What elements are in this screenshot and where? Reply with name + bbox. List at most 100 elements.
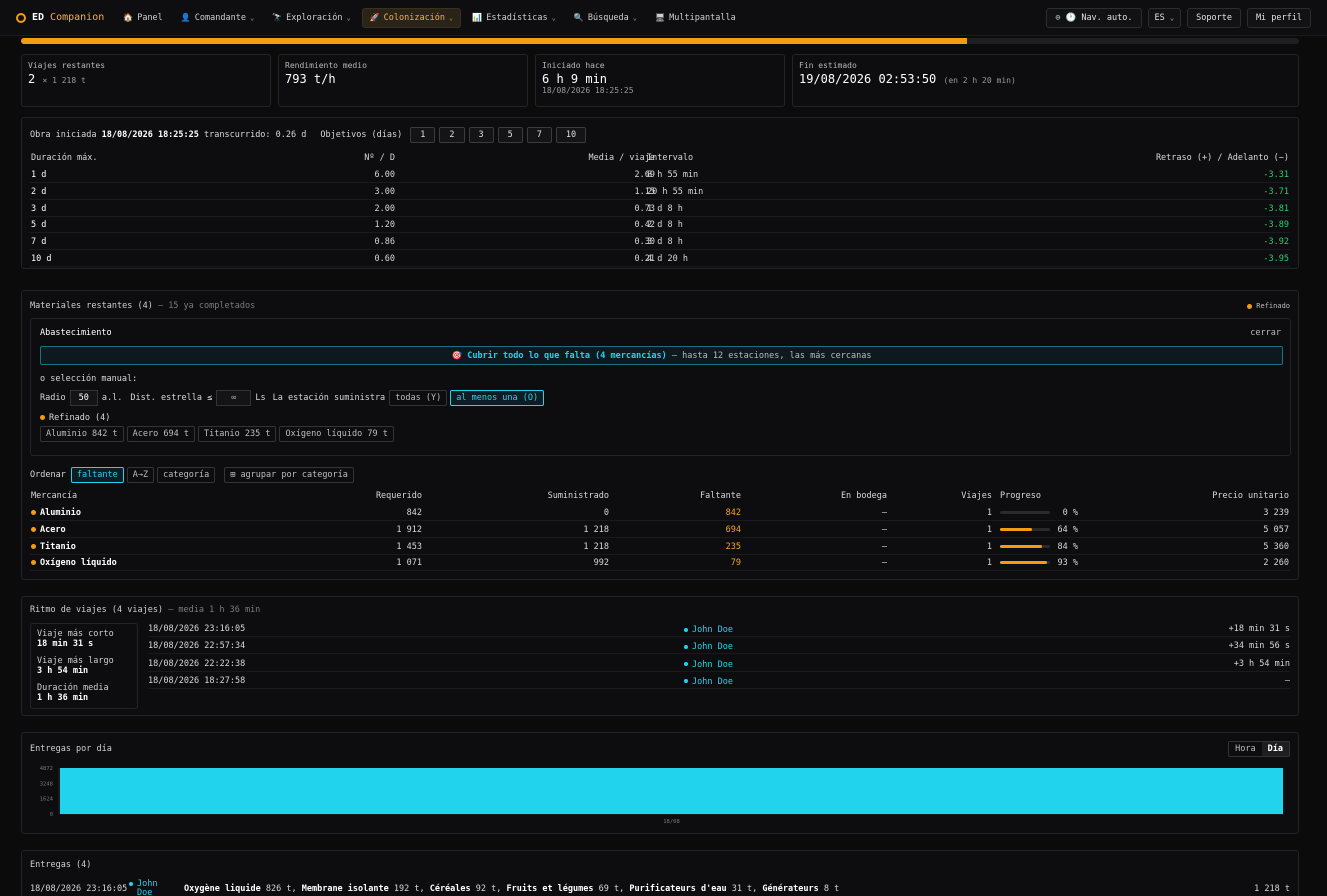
star-distance-label: Dist. estrella ≤ <box>130 393 213 403</box>
objective-button-3[interactable]: 3 <box>468 127 494 143</box>
manual-selection-label: o selección manual: <box>40 374 138 384</box>
materials-col-header: Faltante <box>700 491 741 501</box>
trip-date: 18/08/2026 22:22:38 <box>148 658 246 669</box>
objective-button-1[interactable]: 1 <box>410 127 436 143</box>
cover-all-detail: — hasta 12 estaciones, las más cercanas <box>671 350 872 361</box>
material-cell-req: 1 453 <box>396 541 422 552</box>
trip-user-label: John Doe <box>692 659 733 670</box>
nav-item-colonizacion[interactable]: 🚀 Colonización ⌄ <box>361 7 462 28</box>
objective-button-5[interactable]: 5 <box>497 127 523 143</box>
option-all-button[interactable]: todas (Y) <box>389 390 448 406</box>
user-dot <box>684 627 688 632</box>
delivery-item-qty: 192 t, <box>393 884 425 894</box>
material-chip[interactable]: Titanio 235 t <box>197 426 277 442</box>
estadisticas-icon: 📊 <box>472 13 483 22</box>
nav-item-comandante[interactable]: 👤 Comandante ⌄ <box>174 8 261 28</box>
option-at-least-one-button[interactable]: al menos una (O) <box>450 390 545 406</box>
y-tick-label: 3248 <box>40 781 53 787</box>
material-chip[interactable]: Oxígeno líquido 79 t <box>279 426 394 442</box>
duration-cell: 4 d 20 h <box>647 254 688 264</box>
delivery-user[interactable]: John Doe <box>129 880 157 896</box>
nav-item-label: Multipantalla <box>669 12 736 23</box>
duration-cell: 1 d 8 h <box>647 203 683 214</box>
nav-item-multipantalla[interactable]: 🖥 Multipantalla <box>648 8 743 28</box>
user-dot <box>129 881 133 886</box>
chevron-down-icon: ⌄ <box>551 13 556 22</box>
trip-date: 18/08/2026 23:16:05 <box>148 624 246 634</box>
progress-bar-fill <box>1000 544 1042 548</box>
progress-bar <box>1000 561 1050 565</box>
duration-row-label: 3 d <box>31 203 47 214</box>
duration-cell: 2.00 <box>374 203 395 214</box>
trip-user[interactable]: John Doe <box>684 660 733 670</box>
delivery-item-qty: 31 t, <box>731 884 758 894</box>
brand-logo[interactable]: ED Companion <box>16 12 104 23</box>
stat-value: 2 <box>28 72 36 86</box>
trip-delta: +34 min 56 s <box>1228 641 1290 652</box>
nav-item-busqueda[interactable]: 🔍 Búsqueda ⌄ <box>567 8 644 28</box>
summary-value: 1 h 36 min <box>37 693 89 703</box>
summary-value: 18 min 31 s <box>37 639 94 649</box>
profile-button[interactable]: Mi perfil <box>1246 7 1311 28</box>
supply-panel: Abastecimiento cerrar 🎯 Cubrir todo lo q… <box>30 318 1291 456</box>
delivery-item-name: Céréales <box>429 884 471 894</box>
delivery-date: 18/08/2026 23:16:05 <box>30 884 128 894</box>
nav-item-label: Panel <box>137 12 163 23</box>
duration-cell: 0.60 <box>374 254 395 264</box>
duration-row-label: 1 d <box>31 170 47 180</box>
group-by-category-button[interactable]: ⊞ agrupar por categoría <box>224 467 354 483</box>
objective-button-7[interactable]: 7 <box>526 127 552 143</box>
row-divider <box>30 570 1290 572</box>
material-chip[interactable]: Aluminio 842 t <box>40 426 124 442</box>
duration-row-label: 7 d <box>31 237 47 248</box>
star-distance-input[interactable]: ∞ <box>216 390 252 406</box>
nav-item-exploracion[interactable]: 🔭 Exploración ⌄ <box>265 8 357 28</box>
support-button[interactable]: Soporte <box>1187 7 1241 28</box>
material-cell-req: 1 071 <box>396 558 422 569</box>
trip-user[interactable]: John Doe <box>684 642 733 652</box>
ring-icon <box>16 12 26 23</box>
material-cell-sup: 1 218 <box>583 541 609 552</box>
sort-categoria-button[interactable]: categoría <box>157 467 216 483</box>
brand-name-accent: Companion <box>50 12 105 23</box>
material-cell-hold: – <box>881 541 887 552</box>
duration-row-label: 5 d <box>31 220 47 231</box>
nav-auto-button[interactable]: ⊙ 🕐 Nav. auto. <box>1046 7 1142 28</box>
sort-options: faltante A→Z categoría <box>70 467 218 483</box>
stat-card-average-yield: Rendimiento medio 793 t/h <box>278 54 528 107</box>
row-divider <box>148 687 1290 689</box>
material-chip[interactable]: Acero 694 t <box>126 426 195 442</box>
language-select[interactable]: ES ⌄ <box>1147 7 1182 28</box>
nav-item-panel[interactable]: 🏠 Panel <box>116 8 170 28</box>
toggle-dia-button[interactable]: Día <box>1261 742 1289 756</box>
toggle-hora-button[interactable]: Hora <box>1229 742 1261 756</box>
user-dot <box>684 644 688 649</box>
trip-date: 18/08/2026 18:27:58 <box>148 675 246 686</box>
deliveries-chart: 4872 3248 1624 0 18/08 <box>40 766 1284 825</box>
objective-button-2[interactable]: 2 <box>439 127 465 143</box>
trip-delta: +18 min 31 s <box>1228 624 1290 634</box>
summary-label: Viaje más largo <box>37 656 114 666</box>
materials-card: Materiales restantes (4) — 15 ya complet… <box>21 290 1299 580</box>
trip-user-label: John Doe <box>692 625 733 635</box>
materials-col-header: Mercancía <box>31 491 78 501</box>
stat-sub: (en 2 h 20 min) <box>943 76 1016 85</box>
trip-user[interactable]: John Doe <box>684 625 733 635</box>
sort-a-z-button[interactable]: A→Z <box>126 467 155 483</box>
supply-close-button[interactable]: cerrar <box>1250 328 1281 338</box>
progress-bar <box>1000 544 1050 548</box>
radius-input[interactable]: 50 <box>69 390 98 406</box>
cover-all-button[interactable]: 🎯 Cubrir todo lo que falta (4 mercancías… <box>40 346 1283 365</box>
material-name: Acero <box>31 525 66 535</box>
nav-item-estadisticas[interactable]: 📊 Estadísticas ⌄ <box>465 8 563 28</box>
trip-user[interactable]: John Doe <box>684 677 733 687</box>
objective-button-10[interactable]: 10 <box>555 127 587 143</box>
radius-unit: a.l. <box>101 393 123 403</box>
y-tick-label: 4872 <box>40 766 53 772</box>
sort-faltante-button[interactable]: faltante <box>70 467 124 483</box>
bar-0[interactable] <box>60 768 1283 814</box>
delivery-item-qty: 69 t, <box>598 884 625 894</box>
sort-label: Ordenar <box>30 470 66 480</box>
refined-chips: Aluminio 842 t Acero 694 t Titanio 235 t Ox… <box>40 426 397 442</box>
chevron-down-icon: ⌄ <box>632 13 638 22</box>
